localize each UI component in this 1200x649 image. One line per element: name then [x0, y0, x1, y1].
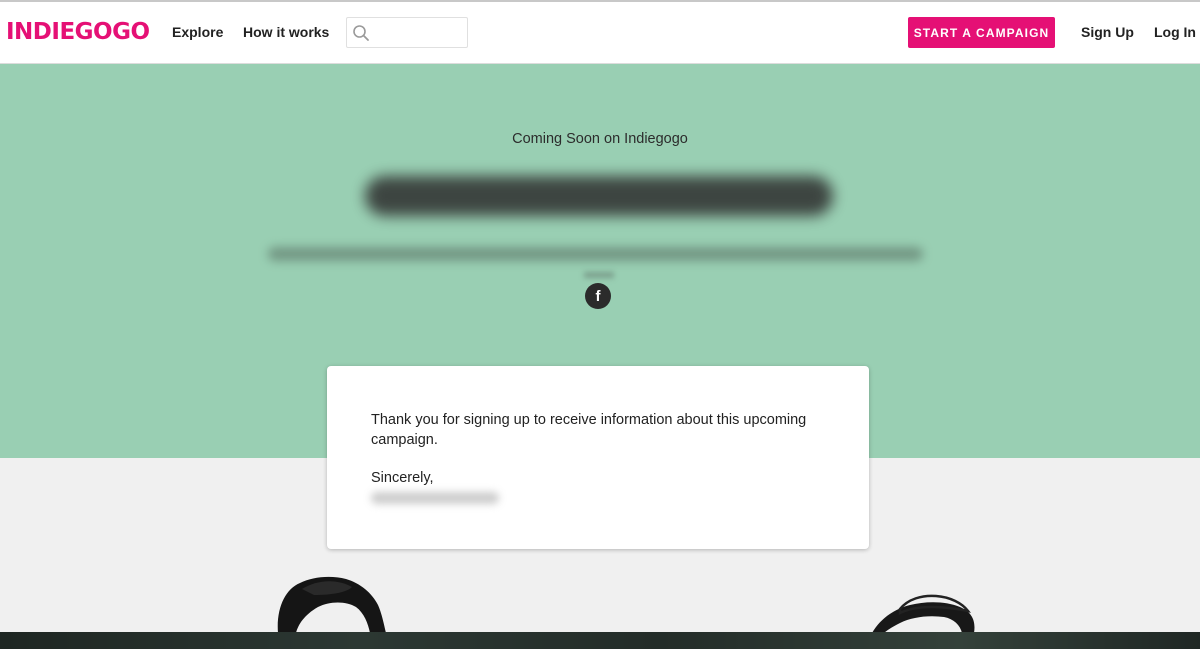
signup-confirmation-card: Thank you for signing up to receive info… [327, 366, 869, 549]
top-nav-bar: INDIEGOGO Explore How it works START A C… [0, 2, 1200, 64]
search-icon [353, 25, 369, 41]
campaign-illustration [277, 576, 975, 633]
signoff-text: Sincerely, [371, 470, 434, 486]
facebook-glyph: f [595, 287, 601, 305]
nav-how-it-works-link[interactable]: How it works [243, 24, 329, 40]
nav-explore-link[interactable]: Explore [172, 24, 223, 40]
sign-up-link[interactable]: Sign Up [1081, 24, 1134, 40]
indiegogo-logo[interactable]: INDIEGOGO [6, 19, 150, 45]
facebook-share-icon[interactable]: f [585, 283, 611, 309]
start-campaign-button[interactable]: START A CAMPAIGN [908, 17, 1055, 48]
campaign-tagline-blurred [268, 247, 923, 261]
dark-image-strip [0, 632, 1200, 649]
log-in-link[interactable]: Log In [1154, 24, 1196, 40]
campaign-title-blurred [365, 176, 833, 216]
coming-soon-label: Coming Soon on Indiegogo [512, 131, 688, 147]
confirmation-message: Thank you for signing up to receive info… [371, 412, 807, 448]
search-input[interactable] [346, 17, 468, 48]
sender-name-blurred [371, 492, 499, 504]
campaign-meta-blurred [584, 272, 614, 278]
